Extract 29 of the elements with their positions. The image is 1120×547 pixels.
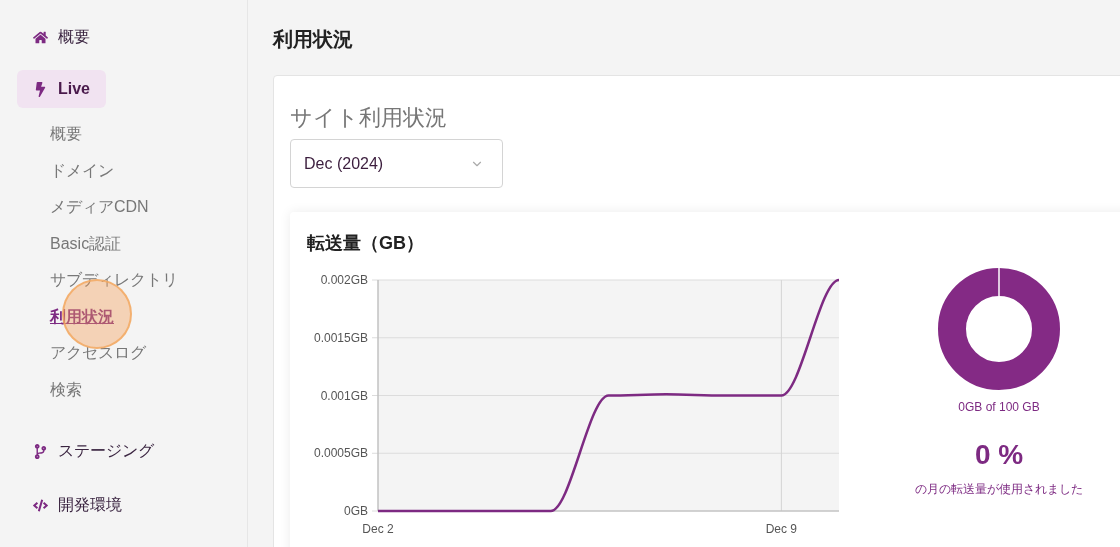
subnav-link[interactable]: 概要 [50, 116, 247, 153]
lightning-icon [33, 81, 48, 97]
y-tick-label: 0.002GB [320, 273, 368, 287]
x-tick-label: Dec 2 [362, 522, 394, 536]
nav-item[interactable]: ステージング [17, 432, 168, 470]
usage-caption: 0GB of 100 GB [958, 399, 1040, 416]
nav-item[interactable]: Live [17, 70, 106, 108]
x-tick-label: Dec 9 [765, 522, 798, 536]
subnav-link[interactable]: 検索 [50, 371, 247, 408]
y-tick-label: 0GB [344, 504, 368, 518]
subnav-link[interactable]: アクセスログ [50, 335, 247, 372]
panel-title: 転送量（GB） [307, 232, 424, 255]
code-icon [33, 497, 48, 513]
page-title: 利用状況 [273, 27, 354, 52]
usage-note: の月の転送量が使用されました [915, 481, 1083, 498]
nav-item[interactable]: 開発環境 [17, 486, 136, 524]
y-tick-label: 0.0005GB [313, 446, 368, 461]
y-tick-label: 0.001GB [320, 388, 368, 403]
nav-item[interactable]: 概要 [17, 18, 106, 56]
y-tick-label: 0.0015GB [313, 330, 368, 345]
subnav-link[interactable]: メディアCDN [50, 189, 247, 226]
branch-icon [33, 443, 48, 459]
home-icon [33, 29, 48, 45]
month-select[interactable]: Dec (2024) [290, 139, 503, 188]
card-title: サイト利用状況 [290, 104, 447, 132]
usage-percent: 0 % [974, 438, 1024, 472]
subnav-link[interactable]: サブディレクトリ [50, 262, 247, 299]
subnav-link[interactable]: ドメイン [50, 152, 247, 189]
subnav-link[interactable]: Basic認証 [50, 225, 247, 262]
